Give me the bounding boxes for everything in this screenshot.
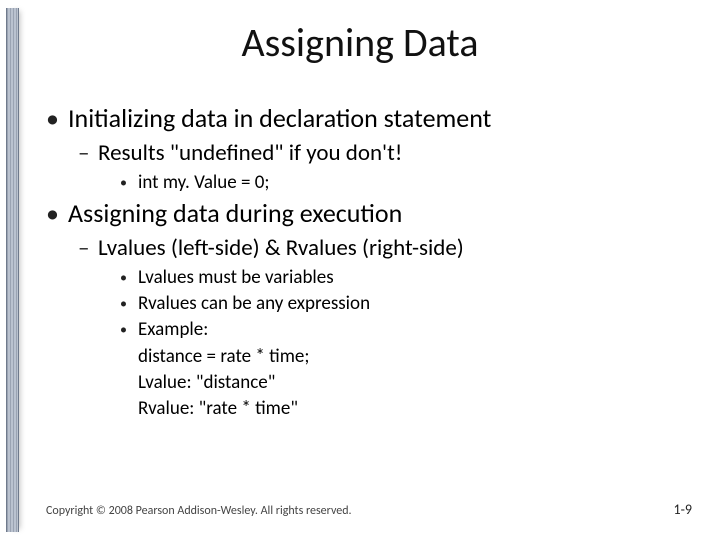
bullet-level3: Example: bbox=[116, 318, 690, 342]
bullet-level2: Lvalues (left-side) & Rvalues (right-sid… bbox=[74, 234, 690, 263]
bullet-level3: Lvalues must be variables bbox=[116, 266, 690, 290]
bullet-continuation: Lvalue: "distance" bbox=[138, 371, 690, 395]
slide-content: Initializing data in declaration stateme… bbox=[40, 100, 690, 424]
bullet-level3: Rvalues can be any expression bbox=[116, 292, 690, 316]
bullet-level2: Results "undefined" if you don't! bbox=[74, 139, 690, 168]
bullet-level1: Assigning data during execution bbox=[40, 197, 690, 230]
side-accent-bar bbox=[6, 8, 19, 532]
bullet-level1: Initializing data in declaration stateme… bbox=[40, 102, 690, 135]
footer-copyright: Copyright © 2008 Pearson Addison-Wesley.… bbox=[46, 504, 352, 518]
slide-title: Assigning Data bbox=[0, 18, 720, 67]
slide: Assigning Data Initializing data in decl… bbox=[0, 0, 720, 540]
bullet-continuation: Rvalue: "rate * time" bbox=[138, 397, 690, 421]
bullet-level3: int my. Value = 0; bbox=[116, 171, 690, 195]
bullet-continuation: distance = rate * time; bbox=[138, 345, 690, 369]
footer-page-number: 1-9 bbox=[674, 501, 692, 518]
